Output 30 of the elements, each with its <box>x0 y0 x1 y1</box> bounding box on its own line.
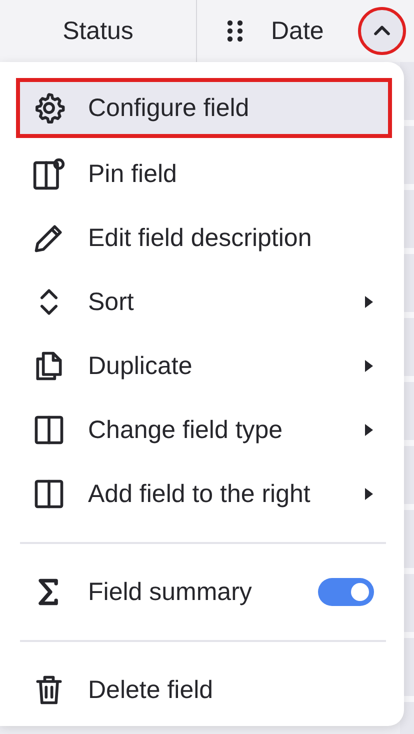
menu-item[interactable]: Change field type <box>16 398 392 462</box>
submenu-arrow-icon <box>364 295 374 309</box>
menu-item[interactable]: Pin field <box>16 142 392 206</box>
pin-panel-icon <box>32 157 66 191</box>
toggle-switch[interactable] <box>318 578 374 606</box>
submenu-arrow-icon <box>364 423 374 437</box>
menu-item-label: Pin field <box>88 160 178 188</box>
submenu-arrow-icon <box>364 359 374 373</box>
menu-item[interactable]: Edit field description <box>16 206 392 270</box>
drag-handle-icon[interactable] <box>227 20 243 42</box>
column-header[interactable]: Status <box>62 16 134 46</box>
menu-item-label: Field summary <box>88 578 253 606</box>
menu-item[interactable]: Configure field <box>16 78 392 138</box>
menu-item-label: Duplicate <box>88 352 194 380</box>
columns-icon <box>32 413 66 447</box>
menu-item-label: Change field type <box>88 416 284 444</box>
menu-item[interactable]: Delete field <box>16 658 392 722</box>
menu-item-label: Edit field description <box>88 224 313 252</box>
menu-item[interactable]: Field summary <box>16 560 392 624</box>
collapse-button[interactable] <box>358 7 406 55</box>
columns-icon <box>32 477 66 511</box>
menu-item-label: Delete field <box>88 676 214 704</box>
column-header[interactable]: Date <box>271 16 324 46</box>
menu-item-label: Configure field <box>88 94 250 122</box>
submenu-arrow-icon <box>364 487 374 501</box>
menu-item-label: Sort <box>88 288 135 316</box>
menu-item[interactable]: Sort <box>16 270 392 334</box>
menu-item[interactable]: Add field to the right <box>16 462 392 526</box>
menu-item-label: Add field to the right <box>88 480 312 508</box>
menu-item[interactable]: Duplicate <box>16 334 392 398</box>
